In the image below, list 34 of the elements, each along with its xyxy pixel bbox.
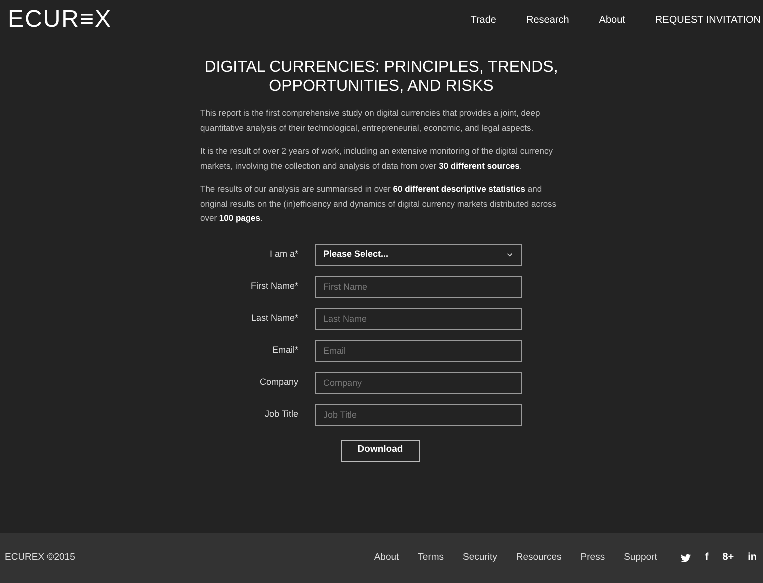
logo[interactable]: ECUR≡X (8, 8, 112, 32)
intro-paragraph: This report is the first comprehensive study on digital currencies that provides a joint, deep quantitative analysis of their technological, entrepreneurial, economic, and legal aspects. (200, 107, 542, 135)
download-button[interactable]: Download (341, 440, 420, 462)
footer-link[interactable]: Terms (418, 550, 444, 566)
social-icon[interactable]: 8+ (722, 553, 734, 563)
footer-link[interactable]: Press (580, 550, 606, 566)
page-title: DIGITAL CURRENCIES: PRINCIPLES, TRENDS, OPPORTUNITIES, AND RISKS (204, 58, 560, 96)
copyright-text: ECUREX ©2015 (5, 550, 76, 565)
role-select[interactable]: Please Select... (314, 244, 522, 266)
input-field[interactable]: Job Title (314, 404, 522, 426)
footer-link[interactable]: Resources (516, 550, 562, 566)
footer-link[interactable]: Security (463, 550, 498, 566)
input-field[interactable]: Email (314, 340, 522, 362)
field-label: Job Title (264, 408, 298, 421)
nav-link[interactable]: Trade (470, 12, 496, 28)
input-field[interactable]: Last Name (314, 308, 522, 330)
footer-link[interactable]: About (374, 550, 400, 566)
field-label: Email* (271, 344, 298, 357)
field-label: Last Name* (250, 312, 298, 325)
intro-paragraph: The results of our analysis are summarised in over 60 different descriptive statistics and original results on the (in)efficiency and dynamics of digital currency markets distributed across over 100 pages. (200, 183, 558, 225)
nav-link[interactable]: Research (526, 12, 570, 28)
intro-paragraph: It is the result of over 2 years of work, including an extensive monitoring of the digital currency markets, involving the collection and analysis of data from over 30 different sources. (200, 145, 554, 173)
input-field[interactable]: First Name (314, 276, 522, 298)
nav-link[interactable]: REQUEST INVITATION (655, 12, 761, 28)
field-label: Company (258, 376, 298, 389)
social-icon[interactable]: in (748, 553, 757, 563)
field-label: First Name* (250, 280, 298, 293)
footer-link[interactable]: Support (624, 550, 658, 566)
social-icon[interactable]: f (705, 553, 709, 563)
input-field[interactable]: Company (314, 372, 522, 394)
nav-link[interactable]: About (599, 12, 626, 28)
chevron-down-icon (506, 252, 512, 256)
field-label: I am a* (268, 248, 298, 261)
bird-icon[interactable] (681, 554, 692, 562)
